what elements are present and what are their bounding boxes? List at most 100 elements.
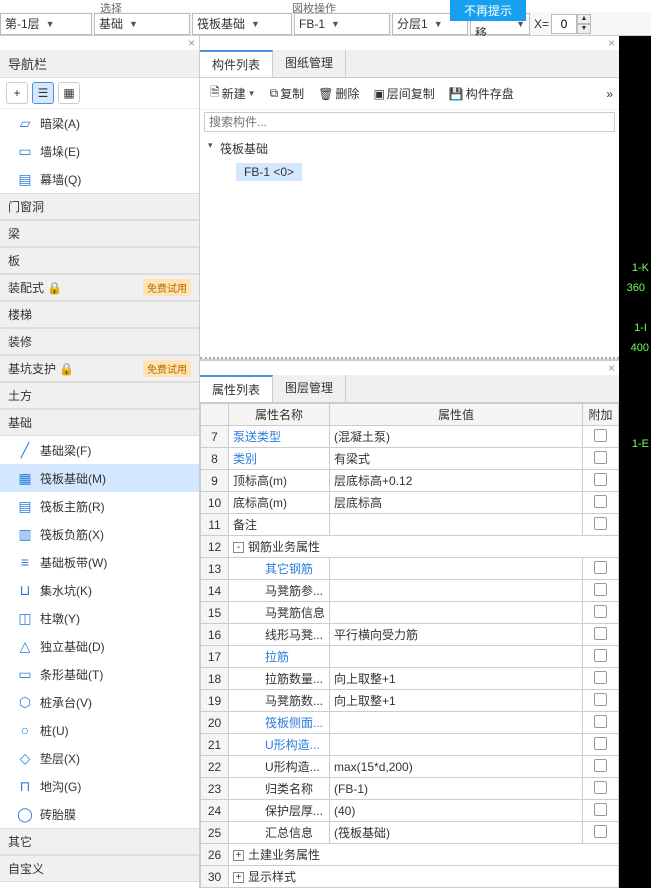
checkbox-icon[interactable] — [594, 605, 607, 618]
checkbox-icon[interactable] — [594, 561, 607, 574]
nav-section-head[interactable]: 装修 — [0, 328, 199, 355]
panel-splitter[interactable] — [200, 357, 619, 359]
nav-section-head[interactable]: 楼梯 — [0, 301, 199, 328]
nav-section-head[interactable]: 门窗洞 — [0, 193, 199, 220]
prop-att[interactable] — [583, 646, 619, 668]
property-row[interactable]: 10底标高(m)层底标高 — [201, 492, 619, 514]
new-button[interactable]: 🗎新建▼ — [206, 81, 260, 106]
expand-icon[interactable]: - — [233, 542, 244, 553]
nav-section-head[interactable]: 自宝义 — [0, 855, 199, 882]
prop-att[interactable] — [583, 690, 619, 712]
checkbox-icon[interactable] — [594, 737, 607, 750]
property-row[interactable]: 22U形构造...max(15*d,200) — [201, 756, 619, 778]
prop-att[interactable] — [583, 734, 619, 756]
tab-property-list[interactable]: 属性列表 — [200, 375, 273, 402]
property-row[interactable]: 8类别有梁式 — [201, 448, 619, 470]
prop-att[interactable] — [583, 668, 619, 690]
nav-item[interactable]: ▥筏板负筋(X) — [0, 520, 199, 548]
tree-root[interactable]: 筏板基础 — [208, 138, 611, 159]
prop-att[interactable] — [583, 624, 619, 646]
prop-value[interactable] — [330, 602, 583, 624]
prop-value[interactable]: (混凝土泵) — [330, 426, 583, 448]
close-icon[interactable]: × — [200, 361, 619, 375]
property-row[interactable]: 30+显示样式 — [201, 866, 619, 888]
nav-item[interactable]: ╱基础梁(F) — [0, 436, 199, 464]
nav-section-head[interactable]: 梁 — [0, 220, 199, 247]
property-row[interactable]: 21U形构造... — [201, 734, 619, 756]
prop-value[interactable]: 向上取整+1 — [330, 690, 583, 712]
property-row[interactable]: 14马凳筋参... — [201, 580, 619, 602]
prop-att[interactable] — [583, 426, 619, 448]
prop-value[interactable]: (40) — [330, 800, 583, 822]
prop-att[interactable] — [583, 756, 619, 778]
prop-att[interactable] — [583, 514, 619, 536]
checkbox-icon[interactable] — [594, 803, 607, 816]
nav-section-head[interactable]: 板 — [0, 247, 199, 274]
checkbox-icon[interactable] — [594, 781, 607, 794]
component-select[interactable]: FB-1▼ — [294, 13, 390, 35]
property-row[interactable]: 13其它钢筋 — [201, 558, 619, 580]
nav-item[interactable]: ◇垫层(X) — [0, 744, 199, 772]
layercopy-button[interactable]: ▣层间复制 — [369, 83, 438, 104]
prop-att[interactable] — [583, 492, 619, 514]
spin-up-icon[interactable]: ▲ — [577, 14, 591, 24]
add-icon[interactable]: + — [6, 82, 28, 104]
prop-value[interactable]: 平行横向受力筋 — [330, 624, 583, 646]
property-row[interactable]: 24保护层厚...(40) — [201, 800, 619, 822]
prop-value[interactable]: 有梁式 — [330, 448, 583, 470]
nav-item[interactable]: ◫柱墩(Y) — [0, 604, 199, 632]
close-icon[interactable]: × — [0, 36, 199, 50]
property-row[interactable]: 18拉筋数量...向上取整+1 — [201, 668, 619, 690]
nav-item[interactable]: ⬡桩承台(V) — [0, 688, 199, 716]
prop-att[interactable] — [583, 712, 619, 734]
prop-att[interactable] — [583, 470, 619, 492]
x-offset-input[interactable] — [551, 14, 577, 34]
property-row[interactable]: 26+土建业务属性 — [201, 844, 619, 866]
list-view-icon[interactable]: ☰ — [32, 82, 54, 104]
property-row[interactable]: 11备注 — [201, 514, 619, 536]
checkbox-icon[interactable] — [594, 759, 607, 772]
prop-value[interactable]: (FB-1) — [330, 778, 583, 800]
nav-section-head[interactable]: 其它 — [0, 828, 199, 855]
property-row[interactable]: 20筏板侧面... — [201, 712, 619, 734]
x-offset-spinner[interactable]: ▲▼ — [551, 14, 591, 34]
prop-att[interactable] — [583, 602, 619, 624]
tab-component-list[interactable]: 构件列表 — [200, 50, 273, 77]
checkbox-icon[interactable] — [594, 495, 607, 508]
prop-att[interactable] — [583, 778, 619, 800]
prop-value[interactable] — [330, 558, 583, 580]
prop-att[interactable] — [583, 558, 619, 580]
prop-value[interactable]: 向上取整+1 — [330, 668, 583, 690]
prop-att[interactable] — [583, 800, 619, 822]
tab-layer-manage[interactable]: 图层管理 — [273, 375, 346, 402]
prop-value[interactable] — [330, 646, 583, 668]
property-row[interactable]: 16线形马凳...平行横向受力筋 — [201, 624, 619, 646]
property-row[interactable]: 23归类名称(FB-1) — [201, 778, 619, 800]
tab-drawing-manage[interactable]: 图纸管理 — [273, 50, 346, 77]
property-row[interactable]: 25汇总信息(筏板基础) — [201, 822, 619, 844]
prop-value[interactable] — [330, 734, 583, 756]
tree-leaf[interactable]: FB-1 <0> — [236, 163, 302, 181]
nav-section-head[interactable]: 基础 — [0, 409, 199, 436]
property-row[interactable]: 12-钢筋业务属性 — [201, 536, 619, 558]
prop-value[interactable]: 层底标高 — [330, 492, 583, 514]
delete-button[interactable]: 🗑删除 — [314, 83, 363, 104]
checkbox-icon[interactable] — [594, 693, 607, 706]
nav-item[interactable]: ≡基础板带(W) — [0, 548, 199, 576]
close-icon[interactable]: × — [200, 36, 619, 50]
checkbox-icon[interactable] — [594, 429, 607, 442]
nav-item[interactable]: ◯砖胎膜 — [0, 800, 199, 828]
checkbox-icon[interactable] — [594, 671, 607, 684]
component-tree[interactable]: 筏板基础 FB-1 <0> — [200, 134, 619, 185]
nav-item[interactable]: ▭条形基础(T) — [0, 660, 199, 688]
property-row[interactable]: 17拉筋 — [201, 646, 619, 668]
property-row[interactable]: 15马凳筋信息 — [201, 602, 619, 624]
nav-item[interactable]: △独立基础(D) — [0, 632, 199, 660]
nav-section-head[interactable]: 土方 — [0, 382, 199, 409]
checkbox-icon[interactable] — [594, 517, 607, 530]
category-select[interactable]: 基础▼ — [94, 13, 190, 35]
prop-value[interactable]: 层底标高+0.12 — [330, 470, 583, 492]
nav-item[interactable]: ▦筏板基础(M) — [0, 464, 199, 492]
checkbox-icon[interactable] — [594, 473, 607, 486]
checkbox-icon[interactable] — [594, 715, 607, 728]
